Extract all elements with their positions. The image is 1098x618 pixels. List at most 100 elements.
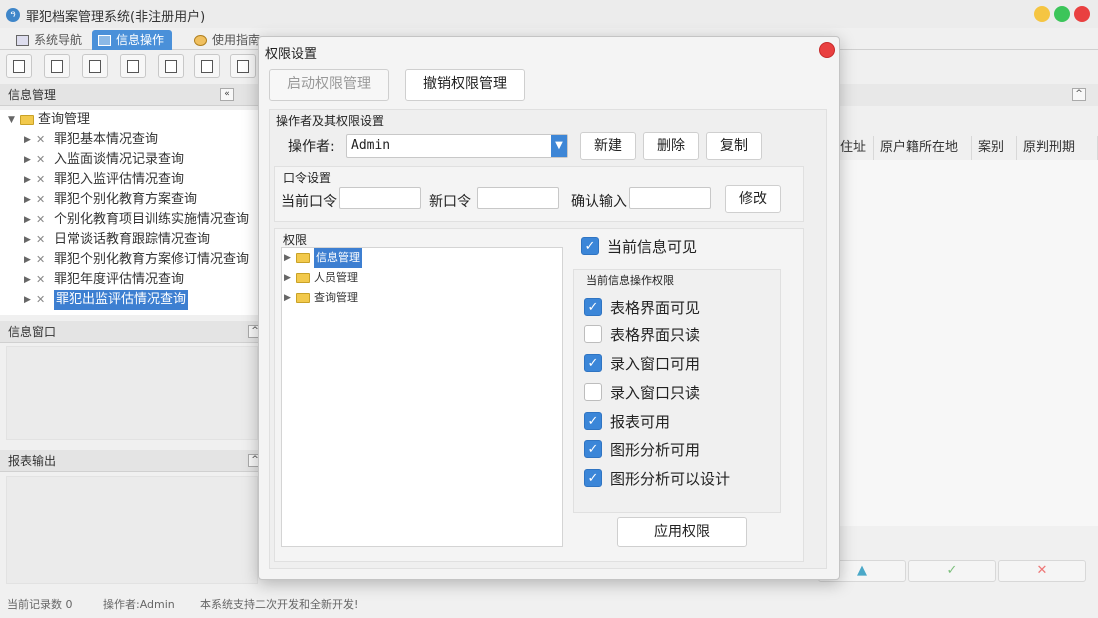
tree-item[interactable]: ▶ ✕ 罪犯入监评估情况查询 xyxy=(24,170,184,190)
table-readonly-checkbox[interactable]: 表格界面只读 xyxy=(584,323,700,345)
minimize-button[interactable] xyxy=(1034,6,1050,22)
tree-item[interactable]: ▶ ✕ 罪犯个别化教育方案查询 xyxy=(24,190,197,210)
info-window-header: 信息窗口 xyxy=(0,321,262,343)
new-operator-button[interactable]: 新建 xyxy=(580,132,636,160)
column-header[interactable]: 案别 xyxy=(972,136,1017,160)
delete-operator-button[interactable]: 删除 xyxy=(643,132,699,160)
confirm-password-label: 确认输入 xyxy=(571,194,627,210)
new-password-label: 新口令 xyxy=(429,194,471,210)
tools-icon: ✕ xyxy=(36,153,46,166)
record-count: 当前记录数 0 xyxy=(7,598,73,611)
new-password-input[interactable] xyxy=(477,187,559,209)
folder-icon xyxy=(20,115,34,125)
operations-group: 当前信息操作权限 ✓ 表格界面可见 表格界面只读 ✓ 录入窗口可用 录入窗口只读 xyxy=(573,269,781,513)
confirm-button[interactable]: ✓ xyxy=(908,560,996,582)
tools-icon: ✕ xyxy=(36,233,46,246)
collapsed-arrow-icon: ▶ xyxy=(24,135,31,145)
tools-icon: ✕ xyxy=(36,293,46,306)
folder-icon xyxy=(296,273,310,283)
collapsed-arrow-icon: ▶ xyxy=(24,155,31,165)
operators-group: 操作者及其权限设置 操作者: Admin ▼ 新建 删除 复制 口令设置 当前口… xyxy=(269,109,827,569)
dialog-close-icon[interactable] xyxy=(819,42,835,58)
current-password-input[interactable] xyxy=(339,187,421,209)
data-grid xyxy=(840,160,1098,526)
tree-item[interactable]: ▶ ✕ 日常谈话教育跟踪情况查询 xyxy=(24,230,210,250)
collapse-up-icon[interactable]: ^ xyxy=(1072,88,1086,101)
help-icon xyxy=(194,34,207,46)
report-tool-button[interactable] xyxy=(230,54,256,78)
collapsed-arrow-icon: ▶ xyxy=(24,275,31,285)
column-header[interactable]: 原判刑期 xyxy=(1017,136,1098,160)
tools-icon: ✕ xyxy=(36,273,46,286)
checkbox-icon: ✓ xyxy=(584,469,602,487)
tools-icon: ✕ xyxy=(36,213,46,226)
status-message: 本系统支持二次开发和全新开发! xyxy=(200,598,359,611)
tree-item[interactable]: ▶ ✕ 罪犯个别化教育方案修订情况查询 xyxy=(24,250,249,270)
chart-design-checkbox[interactable]: ✓ 图形分析可以设计 xyxy=(584,467,730,489)
status-operator: 操作者:Admin xyxy=(103,598,175,611)
grid-icon xyxy=(98,34,111,46)
close-button[interactable] xyxy=(1074,6,1090,22)
users-tool-button[interactable] xyxy=(120,54,146,78)
tab-info-ops[interactable]: 信息操作 xyxy=(92,30,173,50)
tools-icon: ✕ xyxy=(36,253,46,266)
copy-operator-button[interactable]: 复制 xyxy=(706,132,762,160)
entry-readonly-checkbox[interactable]: 录入窗口只读 xyxy=(584,381,700,403)
collapsed-arrow-icon: ▶ xyxy=(284,273,291,283)
chart-enabled-checkbox[interactable]: ✓ 图形分析可用 xyxy=(584,438,700,460)
tab-user-guide[interactable]: 使用指南 xyxy=(188,30,268,50)
search-tool-button[interactable] xyxy=(6,54,32,78)
tree-item-selected[interactable]: ▶ ✕ 罪犯出监评估情况查询 xyxy=(24,290,189,310)
enable-permission-button[interactable]: 启动权限管理 xyxy=(269,69,389,101)
tree-item[interactable]: ▶ ✕ 入监面谈情况记录查询 xyxy=(24,150,184,170)
collapse-icon[interactable]: « xyxy=(220,88,234,101)
table-visible-checkbox[interactable]: ✓ 表格界面可见 xyxy=(584,296,700,318)
entry-enabled-checkbox[interactable]: ✓ 录入窗口可用 xyxy=(584,352,700,374)
perm-tree-item[interactable]: ▶ 查询管理 xyxy=(284,288,358,308)
tree-root-query[interactable]: ▼ 查询管理 xyxy=(8,110,90,130)
report-output-header: 报表输出 xyxy=(0,450,262,472)
collapsed-arrow-icon: ▶ xyxy=(24,295,31,305)
perm-tree-item-selected[interactable]: ▶ 信息管理 xyxy=(284,248,362,268)
report-enabled-checkbox[interactable]: ✓ 报表可用 xyxy=(584,410,670,432)
folder-icon xyxy=(296,253,310,263)
current-password-label: 当前口令 xyxy=(281,194,337,210)
modify-password-button[interactable]: 修改 xyxy=(725,185,781,213)
apply-permission-button[interactable]: 应用权限 xyxy=(617,517,747,547)
column-header[interactable]: 原户籍所在地 xyxy=(874,136,972,160)
app-logo-icon: ዓ xyxy=(6,8,20,22)
report-icon xyxy=(237,59,249,73)
folder-icon xyxy=(296,293,310,303)
data-panel-header xyxy=(840,84,1098,106)
collapsed-arrow-icon: ▶ xyxy=(284,253,291,263)
print-tool-button[interactable] xyxy=(158,54,184,78)
document-tool-button[interactable] xyxy=(82,54,108,78)
tree-item[interactable]: ▶ ✕ 罪犯基本情况查询 xyxy=(24,130,158,150)
status-bar: 当前记录数 0 操作者:Admin 本系统支持二次开发和全新开发! xyxy=(0,590,1098,618)
collapsed-arrow-icon: ▶ xyxy=(24,235,31,245)
operator-label: 操作者: xyxy=(288,139,335,155)
cancel-button[interactable]: ✕ xyxy=(998,560,1086,582)
monitor-icon xyxy=(16,34,29,46)
print-icon xyxy=(165,59,177,73)
operator-select[interactable]: Admin ▼ xyxy=(346,134,568,158)
perm-tree-item[interactable]: ▶ 人员管理 xyxy=(284,268,358,288)
checkbox-icon xyxy=(584,383,602,401)
collapsed-arrow-icon: ▶ xyxy=(24,215,31,225)
current-info-visible-checkbox[interactable]: ✓ 当前信息可见 xyxy=(581,235,697,257)
export-tool-button[interactable] xyxy=(194,54,220,78)
tree-item[interactable]: ▶ ✕ 罪犯年度评估情况查询 xyxy=(24,270,184,290)
collapsed-arrow-icon: ▶ xyxy=(24,195,31,205)
collapsed-arrow-icon: ▶ xyxy=(24,175,31,185)
users-icon xyxy=(127,59,139,73)
tree-item[interactable]: ▶ ✕ 个别化教育项目训练实施情况查询 xyxy=(24,210,249,230)
confirm-password-input[interactable] xyxy=(629,187,711,209)
document-icon xyxy=(89,59,101,73)
checkbox-icon: ✓ xyxy=(584,412,602,430)
tab-system-nav[interactable]: 系统导航 xyxy=(10,30,90,50)
revoke-permission-button[interactable]: 撤销权限管理 xyxy=(405,69,525,101)
maximize-button[interactable] xyxy=(1054,6,1070,22)
app-title: 罪犯档案管理系统(非注册用户) xyxy=(26,10,206,25)
column-header[interactable]: 住址 xyxy=(840,136,874,160)
list-tool-button[interactable] xyxy=(44,54,70,78)
